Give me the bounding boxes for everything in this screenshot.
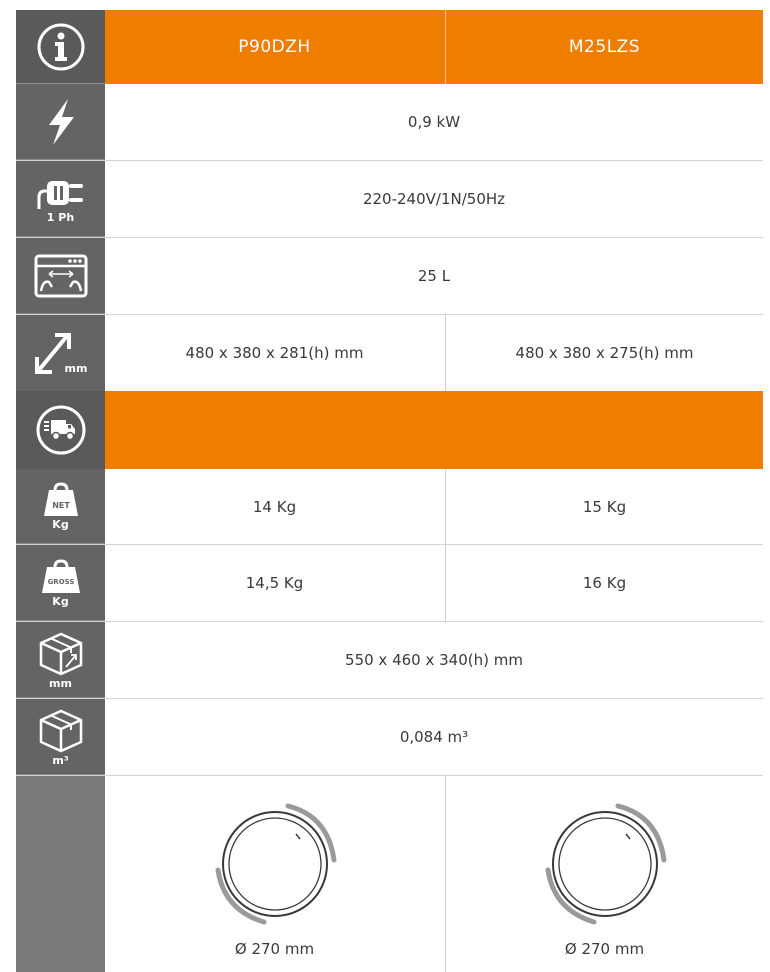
dimensions-value-1: 480 x 380 x 281(h) mm xyxy=(185,344,364,362)
net-weight-icon-text: NET xyxy=(52,501,70,510)
package-dimensions-row: mm 550 x 460 x 340(h) mm xyxy=(16,622,763,699)
header-row: P90DZH M25LZS xyxy=(16,10,763,84)
gross-weight-icon-text: GROSS xyxy=(47,578,74,586)
net-weight-value-2: 15 Kg xyxy=(445,469,763,544)
dimensions-row: mm 480 x 380 x 281(h) mm 480 x 380 x 275… xyxy=(16,315,763,391)
net-weight-icon: NET xyxy=(41,482,81,518)
info-cell xyxy=(16,10,105,84)
box-volume-icon-cell: m³ xyxy=(16,699,105,775)
net-weight-unit: Kg xyxy=(52,518,69,531)
box-dimensions-unit: mm xyxy=(49,676,72,690)
model-name-2: M25LZS xyxy=(445,10,763,84)
turntable-plate-icon-2 xyxy=(540,798,670,928)
dimensions-icon-cell: mm xyxy=(16,315,105,391)
box-dimensions-icon xyxy=(38,631,84,677)
turntable-value-area: Ø 270 mm Ø 270 mm xyxy=(105,776,763,972)
plug-icon-cell: 1 Ph xyxy=(16,161,105,237)
delivery-header-row xyxy=(16,391,763,469)
gross-weight-icon: GROSS xyxy=(39,558,83,595)
net-weight-icon-cell: NET Kg xyxy=(16,469,105,544)
turntable-icon-cell xyxy=(16,776,105,972)
box-volume-icon xyxy=(38,708,84,754)
turntable-col-2: Ø 270 mm xyxy=(445,776,763,972)
capacity-icon-cell xyxy=(16,238,105,314)
package-dimensions-value: 550 x 460 x 340(h) mm xyxy=(345,651,523,669)
capacity-value-area: 25 L xyxy=(105,238,763,314)
lightning-bolt-icon xyxy=(41,97,81,147)
box-dimensions-icon-cell: mm xyxy=(16,622,105,698)
plug-icon xyxy=(35,175,87,211)
gross-weight-row: GROSS Kg 14,5 Kg 16 Kg xyxy=(16,545,763,622)
gross-weight-value-2: 16 Kg xyxy=(445,545,763,621)
dimensions-unit-label: mm xyxy=(64,362,88,375)
turntable-col-1: Ø 270 mm xyxy=(105,776,444,972)
gross-weight-value-1: 14,5 Kg xyxy=(245,574,304,592)
delivery-icon-cell xyxy=(16,391,105,469)
net-weight-row: NET Kg 14 Kg 15 Kg xyxy=(16,469,763,545)
turntable-diameter-2: Ø 270 mm xyxy=(564,940,645,958)
electrical-value-area: 220-240V/1N/50Hz xyxy=(105,161,763,237)
power-value-area: 0,9 kW xyxy=(105,84,763,160)
delivery-header-bar xyxy=(105,391,763,469)
turntable-diameter-1: Ø 270 mm xyxy=(234,940,315,958)
box-volume-unit: m³ xyxy=(52,753,69,767)
capacity-value: 25 L xyxy=(417,267,451,285)
turntable-row: Ø 270 mm Ø 270 mm xyxy=(16,776,763,972)
electrical-value: 220-240V/1N/50Hz xyxy=(362,190,506,208)
electrical-row: 1 Ph 220-240V/1N/50Hz xyxy=(16,161,763,238)
gross-weight-unit: Kg xyxy=(52,594,69,608)
info-icon xyxy=(36,22,86,72)
gross-weight-value-area: 14,5 Kg 16 Kg xyxy=(105,545,763,621)
gross-weight-icon-cell: GROSS Kg xyxy=(16,545,105,621)
package-volume-value: 0,084 m³ xyxy=(399,728,469,746)
turntable-plate-icon xyxy=(210,798,340,928)
model-name-2-text: M25LZS xyxy=(568,37,641,57)
dimensions-icon-wrap: mm xyxy=(33,330,89,376)
dimensions-value-area: 480 x 380 x 281(h) mm 480 x 380 x 275(h)… xyxy=(105,315,763,391)
package-volume-value-area: 0,084 m³ xyxy=(105,699,763,775)
power-row: 0,9 kW xyxy=(16,84,763,161)
oven-capacity-icon xyxy=(33,253,89,299)
dimensions-value-2: 480 x 380 x 275(h) mm xyxy=(445,315,763,391)
model-name-1: P90DZH xyxy=(105,10,444,84)
plug-phase-label: 1 Ph xyxy=(46,210,75,224)
model-name-1-text: P90DZH xyxy=(238,37,311,57)
package-dimensions-value-area: 550 x 460 x 340(h) mm xyxy=(105,622,763,698)
package-volume-row: m³ 0,084 m³ xyxy=(16,699,763,776)
power-value: 0,9 kW xyxy=(407,113,461,131)
power-icon-cell xyxy=(16,84,105,160)
delivery-truck-icon xyxy=(35,404,87,456)
model-header: P90DZH M25LZS xyxy=(105,10,763,84)
capacity-row: 25 L xyxy=(16,238,763,315)
net-weight-value-area: 14 Kg 15 Kg xyxy=(105,469,763,544)
net-weight-value-1: 14 Kg xyxy=(252,497,297,516)
